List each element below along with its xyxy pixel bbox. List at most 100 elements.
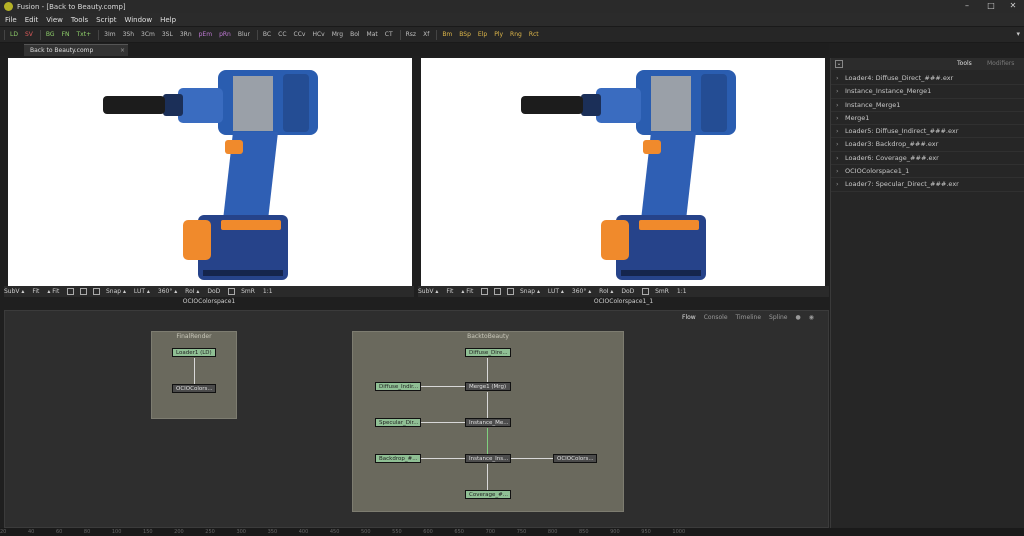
tool-button-hcv[interactable]: HCv — [312, 31, 324, 38]
roi-dropdown[interactable]: RoI ▴ — [185, 288, 199, 295]
360-dropdown[interactable]: 360° ▴ — [158, 288, 177, 295]
toolbar-expand-chevron-icon[interactable]: ▾ — [1016, 30, 1020, 38]
fit-button[interactable]: Fit — [446, 288, 453, 295]
node-backdrop[interactable]: Backdrop_#... — [375, 454, 421, 463]
tool-button-rct[interactable]: Rct — [529, 31, 539, 38]
menu-window[interactable]: Window — [124, 16, 152, 24]
tool-button-3sh[interactable]: 3Sh — [123, 31, 134, 38]
tab-tools[interactable]: Tools — [957, 60, 972, 67]
smr-button[interactable]: SmR — [655, 288, 669, 295]
tool-button-elp[interactable]: Elp — [478, 31, 487, 38]
tool-button-3cm[interactable]: 3Cm — [141, 31, 155, 38]
tool-button-bol[interactable]: Bol — [350, 31, 359, 38]
node-specular-direct[interactable]: Specular_Dir... — [375, 418, 421, 427]
scale-button[interactable]: 1:1 — [263, 288, 273, 295]
lut-dropdown[interactable]: LUT ▴ — [548, 288, 564, 295]
snap-dropdown[interactable]: Snap ▴ — [520, 288, 540, 295]
menu-tools[interactable]: Tools — [71, 16, 88, 24]
fit-button[interactable]: Fit — [32, 288, 39, 295]
tool-button-bc[interactable]: BC — [263, 31, 271, 38]
tool-button-ccv[interactable]: CCv — [294, 31, 306, 38]
fit-dropdown[interactable]: ▴ Fit — [47, 288, 59, 295]
tool-button-sv[interactable]: SV — [25, 31, 33, 38]
360-dropdown[interactable]: 360° ▴ — [572, 288, 591, 295]
rectangle-tool-icon[interactable] — [507, 288, 515, 295]
tool-button-prn[interactable]: pRn — [219, 31, 231, 38]
node-instance-merge1[interactable]: Instance_Me... — [465, 418, 511, 427]
menu-file[interactable]: File — [5, 16, 17, 24]
node-loader1[interactable]: Loader1 (LD) — [172, 348, 216, 357]
lock-icon[interactable] — [642, 288, 650, 295]
tool-button-3rn[interactable]: 3Rn — [180, 31, 192, 38]
tool-button-3sl[interactable]: 3SL — [162, 31, 173, 38]
time-ruler[interactable]: 20 40 60 80 100 150 200 250 300 350 400 … — [0, 528, 1024, 536]
tool-list-item[interactable]: Loader7: Specular_Direct_###.exr — [831, 178, 1024, 192]
polyline-tool-icon[interactable] — [80, 288, 88, 295]
node-ocio-colorspace1-1[interactable]: OCIOColors... — [553, 454, 597, 463]
tool-button-fn[interactable]: FN — [62, 31, 70, 38]
comp-tab[interactable]: Back to Beauty.comp × — [24, 44, 128, 56]
smr-button[interactable]: SmR — [241, 288, 255, 295]
tool-list-item[interactable]: Instance_Instance_Merge1 — [831, 85, 1024, 99]
collapse-toggle-icon[interactable]: ⌄ — [835, 60, 843, 68]
dod-button[interactable]: DoD — [207, 288, 220, 295]
polyline-tool-icon[interactable] — [494, 288, 502, 295]
minimize-button[interactable]: – — [960, 1, 974, 11]
lut-dropdown[interactable]: LUT ▴ — [134, 288, 150, 295]
node-coverage[interactable]: Coverage_#... — [465, 490, 511, 499]
menu-view[interactable]: View — [46, 16, 63, 24]
tool-button-bg[interactable]: BG — [46, 31, 55, 38]
snap-dropdown[interactable]: Snap ▴ — [106, 288, 126, 295]
close-button[interactable]: ✕ — [1006, 1, 1020, 11]
node-instance-instance-merge1[interactable]: Instance_Ins... — [465, 454, 511, 463]
node-diffuse-direct[interactable]: Diffuse_Dire... — [465, 348, 511, 357]
info-icon[interactable]: ● — [796, 314, 801, 321]
tab-console[interactable]: Console — [704, 314, 728, 321]
tool-button-mrg[interactable]: Mrg — [332, 31, 343, 38]
tool-button-bm[interactable]: Bm — [442, 31, 452, 38]
tool-button-blur[interactable]: Blur — [238, 31, 250, 38]
tool-list-item[interactable]: OCIOColorspace1_1 — [831, 165, 1024, 179]
comp-tab-close-icon[interactable]: × — [120, 45, 125, 56]
tool-list-item[interactable]: Instance_Merge1 — [831, 99, 1024, 112]
eye-icon[interactable]: ◉ — [809, 314, 814, 321]
tab-flow[interactable]: Flow — [682, 314, 696, 321]
rectangle-tool-icon[interactable] — [93, 288, 101, 295]
tool-button-3im[interactable]: 3Im — [104, 31, 115, 38]
tool-list-item[interactable]: Merge1 — [831, 112, 1024, 126]
left-viewer[interactable] — [8, 58, 412, 286]
tool-button-cc[interactable]: CC — [278, 31, 286, 38]
lock-icon[interactable] — [228, 288, 236, 295]
right-viewer[interactable] — [421, 58, 825, 286]
group-back-to-beauty[interactable]: BacktoBeauty Diffuse_Dire... Diffuse_Ind… — [352, 331, 624, 512]
tool-list-item[interactable]: Loader4: Diffuse_Direct_###.exr — [831, 72, 1024, 86]
node-diffuse-indirect[interactable]: Diffuse_Indir... — [375, 382, 421, 391]
tool-list-item[interactable]: Loader6: Coverage_###.exr — [831, 152, 1024, 166]
maximize-button[interactable]: □ — [984, 1, 998, 11]
roi-dropdown[interactable]: RoI ▴ — [599, 288, 613, 295]
subview-dropdown[interactable]: SubV ▴ — [418, 288, 438, 295]
tool-button-ct[interactable]: CT — [385, 31, 393, 38]
tab-timeline[interactable]: Timeline — [736, 314, 762, 321]
tool-button-xf[interactable]: Xf — [423, 31, 429, 38]
tool-button-ply[interactable]: Ply — [494, 31, 503, 38]
menu-help[interactable]: Help — [160, 16, 176, 24]
fit-dropdown[interactable]: ▴ Fit — [461, 288, 473, 295]
subview-dropdown[interactable]: SubV ▴ — [4, 288, 24, 295]
tool-list-item[interactable]: Loader5: Diffuse_Indirect_###.exr — [831, 125, 1024, 139]
menu-edit[interactable]: Edit — [25, 16, 39, 24]
tab-spline[interactable]: Spline — [769, 314, 787, 321]
tool-list-item[interactable]: Loader3: Backdrop_###.exr — [831, 138, 1024, 152]
dod-button[interactable]: DoD — [621, 288, 634, 295]
tool-button-rng[interactable]: Rng — [510, 31, 522, 38]
flow-panel[interactable]: Flow Console Timeline Spline ● ◉ FinalRe… — [4, 310, 829, 528]
tool-button-txt[interactable]: Txt+ — [77, 31, 92, 38]
tool-button-ld[interactable]: LD — [10, 31, 18, 38]
node-ocio-colorspace1[interactable]: OCIOColors... — [172, 384, 216, 393]
tool-button-mat[interactable]: Mat — [367, 31, 378, 38]
tool-button-rsz[interactable]: Rsz — [406, 31, 416, 38]
menu-script[interactable]: Script — [96, 16, 116, 24]
brush-tool-icon[interactable] — [481, 288, 489, 295]
node-merge1[interactable]: Merge1 (Mrg) — [465, 382, 511, 391]
brush-tool-icon[interactable] — [67, 288, 75, 295]
